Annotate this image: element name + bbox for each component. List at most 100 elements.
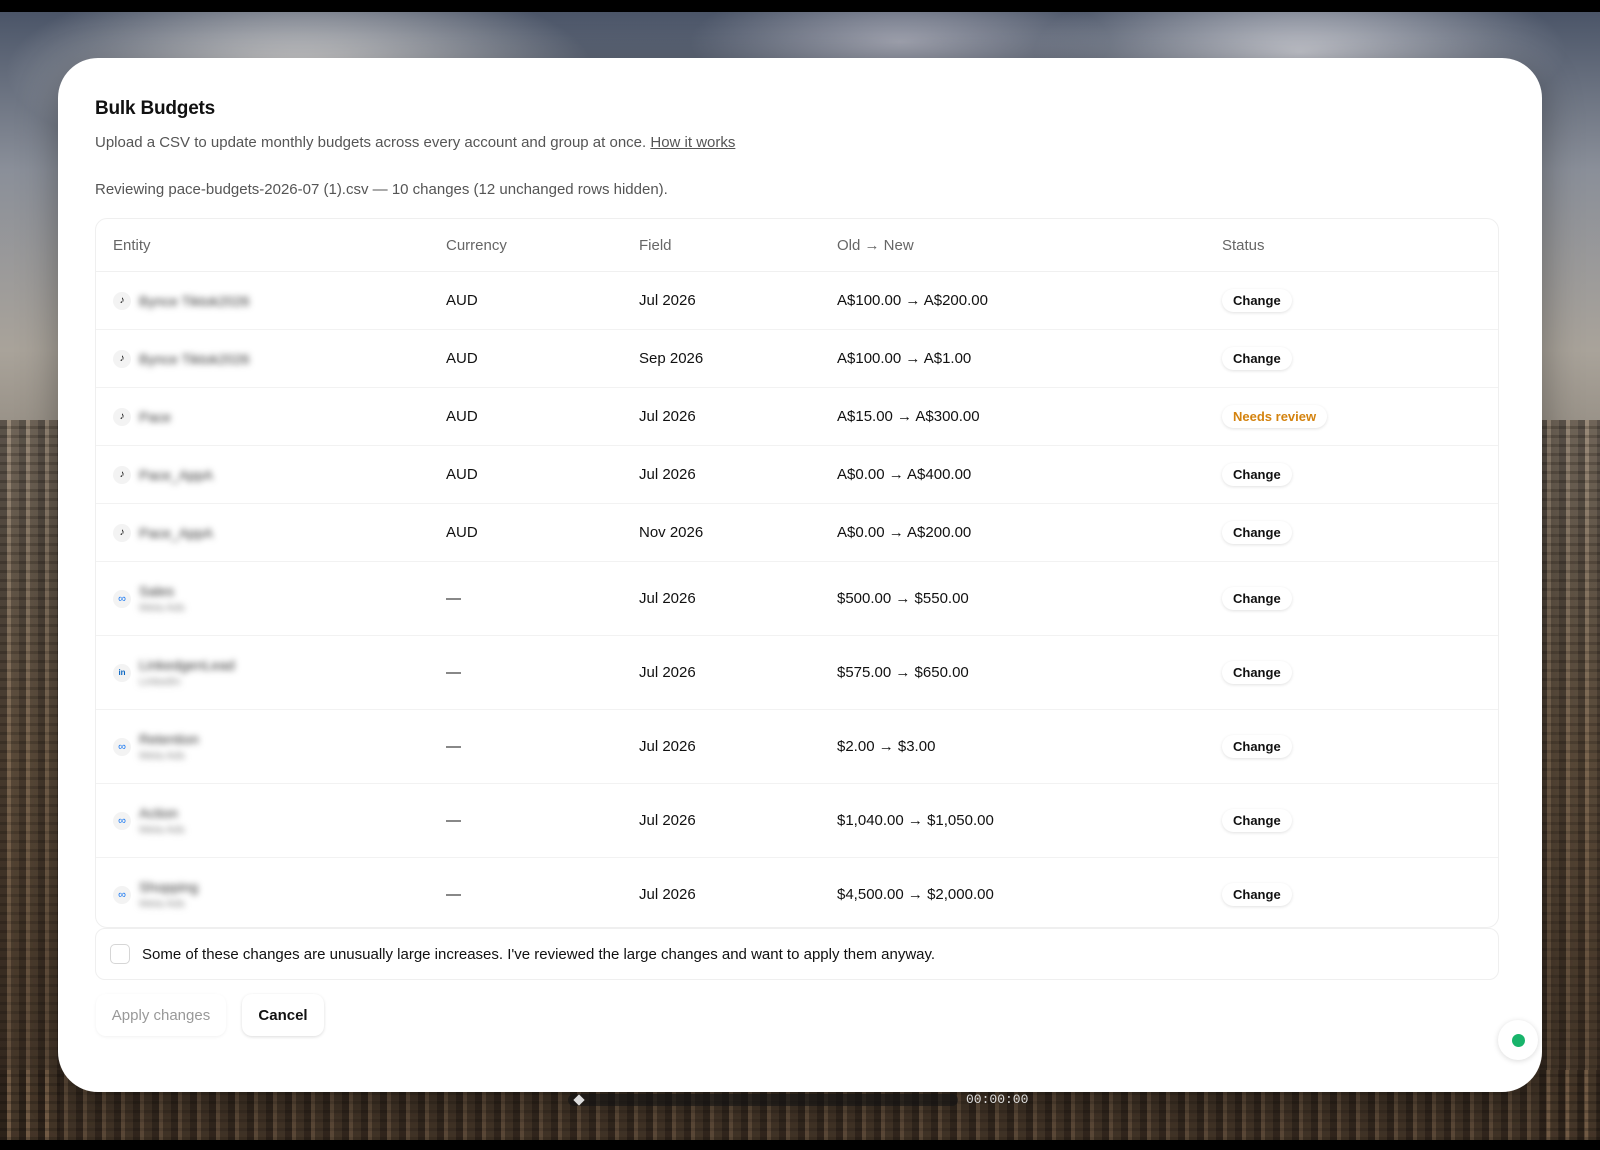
entity-cell: ♪ Bynce Tiktok2026 xyxy=(96,349,446,368)
entity-name: Action xyxy=(139,805,178,821)
city-skyline-right xyxy=(1540,420,1600,1140)
col-currency-header: Currency xyxy=(446,236,507,254)
currency-cell: AUD xyxy=(446,350,478,367)
currency-cell: — xyxy=(446,886,461,903)
change-cell: $2.00 → $3.00 xyxy=(837,738,936,755)
col-status-header: Status xyxy=(1222,236,1265,254)
table-row: in LinkedgenLead LinkedIn — Jul 2026 $575.00 … xyxy=(96,636,1498,710)
entity-text: Bynce Tiktok2026 xyxy=(139,351,250,367)
change-cell: A$15.00 → A$300.00 xyxy=(837,408,980,425)
entity-text: Sales Meta Ads xyxy=(139,583,185,614)
status-badge: Change xyxy=(1222,883,1292,906)
tiktok-icon: ♪ xyxy=(113,465,131,484)
meta-icon: ∞ xyxy=(113,811,131,830)
entity-cell: ♪ Pace_AppA xyxy=(96,523,446,542)
table-row: ♪ Bynce Tiktok2026 AUD Jul 2026 A$100.00 → A… xyxy=(96,272,1498,330)
entity-name: Bynce Tiktok2026 xyxy=(139,350,250,367)
cancel-button[interactable]: Cancel xyxy=(242,994,324,1036)
field-cell: Jul 2026 xyxy=(639,738,696,755)
tiktok-icon: ♪ xyxy=(113,291,131,310)
bulk-budgets-dialog: Bulk Budgets Upload a CSV to update mont… xyxy=(58,58,1542,1092)
field-cell: Jul 2026 xyxy=(639,590,696,607)
entity-name: LinkedgenLead xyxy=(139,657,235,673)
change-cell: A$0.00 → A$200.00 xyxy=(837,524,972,541)
field-cell: Jul 2026 xyxy=(639,408,696,425)
table-row: ♪ Pace AUD Jul 2026 A$15.00 → A$300.00 Needs … xyxy=(96,388,1498,446)
col-field-header: Field xyxy=(639,236,672,254)
entity-name: Shopping xyxy=(139,879,199,895)
status-indicator[interactable] xyxy=(1498,1020,1538,1060)
entity-subtitle: Meta Ads xyxy=(139,750,185,762)
status-badge: Change xyxy=(1222,347,1292,370)
entity-cell: ♪ Bynce Tiktok2026 xyxy=(96,291,446,310)
entity-cell: ♪ Pace_AppA xyxy=(96,465,446,484)
field-cell: Jul 2026 xyxy=(639,466,696,483)
entity-cell: ∞ Retention Meta Ads xyxy=(96,731,446,762)
status-cell: Change xyxy=(1222,661,1488,684)
changes-table: Entity Currency Field Old → New Status ♪… xyxy=(95,218,1499,928)
confirm-checkbox[interactable] xyxy=(110,944,130,964)
tiktok-icon: ♪ xyxy=(113,407,131,426)
table-row: ♪ Bynce Tiktok2026 AUD Sep 2026 A$100.00 → A… xyxy=(96,330,1498,388)
status-badge: Change xyxy=(1222,289,1292,312)
change-cell: A$100.00 → A$1.00 xyxy=(837,350,972,367)
linkedin-icon: in xyxy=(113,663,131,682)
currency-cell: — xyxy=(446,664,461,681)
status-cell: Change xyxy=(1222,289,1488,312)
tiktok-icon: ♪ xyxy=(113,349,131,368)
review-note: Reviewing pace-budgets-2026-07 (1).csv —… xyxy=(95,181,668,198)
table-row: ♪ Pace_AppA AUD Nov 2026 A$0.00 → A$200.00 Ch… xyxy=(96,504,1498,562)
meta-icon: ∞ xyxy=(113,737,131,756)
status-cell: Change xyxy=(1222,587,1488,610)
meta-icon: ∞ xyxy=(113,589,131,608)
table-row: ∞ Shopping Meta Ads — Jul 2026 $4,500.00 → $2… xyxy=(96,858,1498,927)
table-row: ♪ Pace_AppA AUD Jul 2026 A$0.00 → A$400.00 Ch… xyxy=(96,446,1498,504)
change-cell: $4,500.00 → $2,000.00 xyxy=(837,886,994,903)
entity-subtitle: Meta Ads xyxy=(139,824,185,836)
how-it-works-link[interactable]: How it works xyxy=(650,134,735,151)
subtitle-text: Upload a CSV to update monthly budgets a… xyxy=(95,134,647,151)
status-badge: Needs review xyxy=(1222,405,1328,428)
currency-cell: AUD xyxy=(446,466,478,483)
video-scrubber[interactable] xyxy=(568,1094,958,1106)
col-entity-header: Entity xyxy=(113,236,151,254)
change-cell: A$100.00 → A$200.00 xyxy=(837,292,988,309)
confirm-label: Some of these changes are unusually larg… xyxy=(142,945,936,963)
status-cell: Change xyxy=(1222,809,1488,832)
entity-name: Pace_AppA xyxy=(139,524,213,541)
status-dot-icon xyxy=(1511,1033,1525,1047)
currency-cell: AUD xyxy=(446,292,478,309)
large-change-confirmation: Some of these changes are unusually larg… xyxy=(95,928,1499,980)
status-badge: Change xyxy=(1222,587,1292,610)
entity-cell: ∞ Shopping Meta Ads xyxy=(96,879,446,910)
currency-cell: — xyxy=(446,590,461,607)
status-cell: Change xyxy=(1222,735,1488,758)
currency-cell: — xyxy=(446,738,461,755)
entity-text: Retention Meta Ads xyxy=(139,731,199,762)
change-cell: $500.00 → $550.00 xyxy=(837,590,969,607)
video-time: 00:00:00 xyxy=(966,1092,1029,1107)
field-cell: Nov 2026 xyxy=(639,524,704,541)
table-row: ∞ Sales Meta Ads — Jul 2026 $500.00 → $550.00… xyxy=(96,562,1498,636)
entity-name: Sales xyxy=(139,583,175,599)
status-cell: Change xyxy=(1222,521,1488,544)
bottom-edge xyxy=(0,1140,1600,1150)
field-cell: Sep 2026 xyxy=(639,350,704,367)
change-cell: $575.00 → $650.00 xyxy=(837,664,969,681)
table-row: ∞ Retention Meta Ads — Jul 2026 $2.00 → $3.00… xyxy=(96,710,1498,784)
field-cell: Jul 2026 xyxy=(639,664,696,681)
table-body: ♪ Bynce Tiktok2026 AUD Jul 2026 A$100.00 → A… xyxy=(96,272,1498,927)
status-cell: Needs review xyxy=(1222,405,1488,428)
tiktok-icon: ♪ xyxy=(113,523,131,542)
table-header: Entity Currency Field Old → New Status xyxy=(96,219,1498,272)
apply-changes-button[interactable]: Apply changes xyxy=(96,994,226,1036)
status-cell: Change xyxy=(1222,463,1488,486)
status-badge: Change xyxy=(1222,463,1292,486)
dialog-subtitle: Upload a CSV to update monthly budgets a… xyxy=(95,134,735,151)
entity-text: Pace xyxy=(139,409,171,425)
status-badge: Change xyxy=(1222,661,1292,684)
entity-cell: in LinkedgenLead LinkedIn xyxy=(96,657,446,688)
dialog-title: Bulk Budgets xyxy=(95,98,216,119)
field-cell: Jul 2026 xyxy=(639,812,696,829)
entity-cell: ∞ Sales Meta Ads xyxy=(96,583,446,614)
